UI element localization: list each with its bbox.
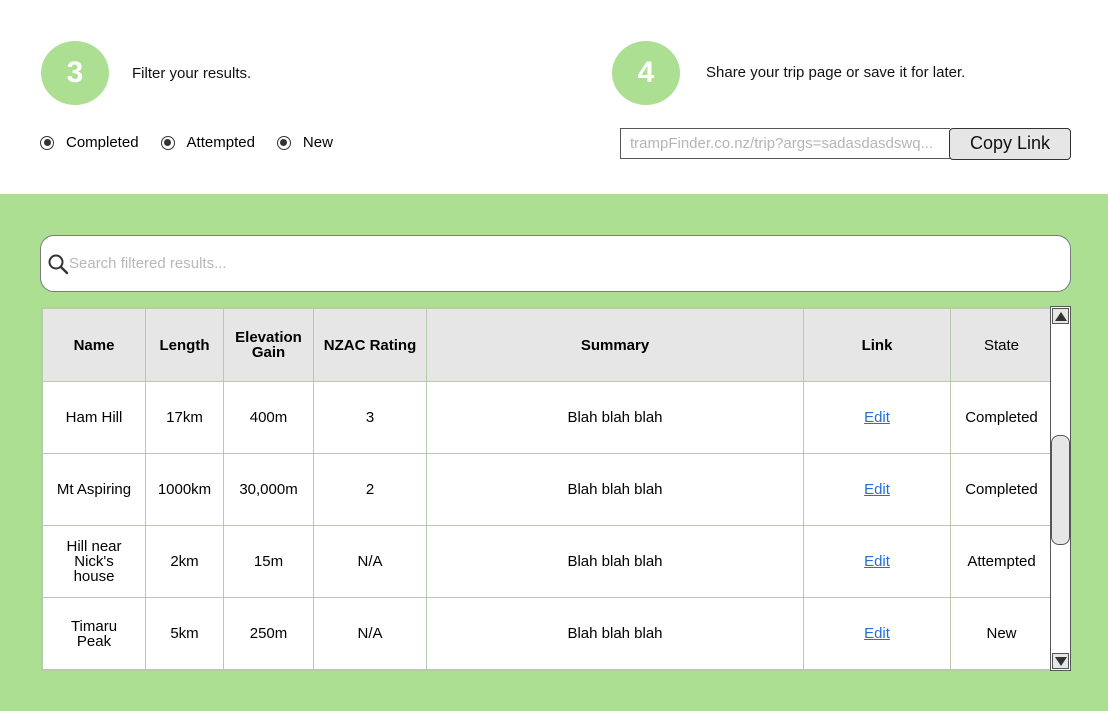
cell-state: Completed [950,381,1050,454]
filter-completed-label: Completed [66,134,139,151]
cell-summary: Blah blah blah [426,525,804,598]
cell-summary: Blah blah blah [426,453,804,526]
table-scrollbar[interactable] [1050,306,1071,671]
cell-nzac: N/A [313,597,427,670]
cell-elevation: 250m [223,597,314,670]
step-4-circle: 4 [612,41,680,105]
copy-link-button[interactable]: Copy Link [949,128,1071,160]
table-row: Hill near Nick's house 2km 15m N/A Blah … [42,525,1050,598]
cell-summary: Blah blah blah [426,381,804,454]
search-icon [48,254,69,275]
filter-attempted-radio[interactable]: Attempted [160,134,255,151]
cell-elevation: 15m [223,525,314,598]
cell-length: 2km [145,525,224,598]
column-header-nzac[interactable]: NZAC Rating [313,308,427,382]
table-header-row: Name Length Elevation Gain NZAC Rating S… [42,308,1050,382]
table-row: Ham Hill 17km 400m 3 Blah blah blah Edit… [42,381,1050,454]
radio-selected-icon[interactable] [276,135,291,150]
edit-link[interactable]: Edit [864,409,890,426]
cell-length: 17km [145,381,224,454]
cell-name: Hill near Nick's house [42,525,146,598]
edit-link[interactable]: Edit [864,553,890,570]
edit-link[interactable]: Edit [864,625,890,642]
column-header-elevation[interactable]: Elevation Gain [223,308,314,382]
results-table: Name Length Elevation Gain NZAC Rating S… [41,307,1051,671]
cell-name: Timaru Peak [42,597,146,670]
cell-nzac: 2 [313,453,427,526]
cell-elevation: 400m [223,381,314,454]
radio-selected-icon[interactable] [160,135,175,150]
cell-link: Edit [803,453,951,526]
scroll-down-button[interactable] [1052,653,1069,669]
cell-length: 1000km [145,453,224,526]
cell-name: Mt Aspiring [42,453,146,526]
cell-length: 5km [145,597,224,670]
step-3-circle: 3 [41,41,109,105]
cell-nzac: N/A [313,525,427,598]
filter-new-label: New [302,134,333,151]
cell-elevation: 30,000m [223,453,314,526]
column-header-link[interactable]: Link [803,308,951,382]
column-header-name[interactable]: Name [42,308,146,382]
cell-link: Edit [803,525,951,598]
step-4-text: Share your trip page or save it for late… [706,64,966,81]
step-3-text: Filter your results. [132,65,252,82]
arrow-up-icon [1054,311,1067,321]
cell-state: New [950,597,1050,670]
filter-new-radio[interactable]: New [276,134,333,151]
cell-nzac: 3 [313,381,427,454]
cell-summary: Blah blah blah [426,597,804,670]
step-3-number: 3 [66,56,84,89]
cell-name: Ham Hill [42,381,146,454]
radio-selected-icon[interactable] [40,135,54,150]
filter-radio-group: Completed Attempted New [40,134,355,151]
table-row: Mt Aspiring 1000km 30,000m 2 Blah blah b… [42,453,1050,526]
step-4-number: 4 [637,56,655,89]
filter-completed-radio[interactable]: Completed [40,134,139,151]
share-link-field[interactable]: trampFinder.co.nz/trip?args=sadasdasdswq… [620,128,950,159]
scrollbar-thumb[interactable] [1051,435,1070,545]
column-header-state[interactable]: State [950,308,1050,382]
arrow-down-icon [1054,656,1067,666]
column-header-summary[interactable]: Summary [426,308,804,382]
scroll-up-button[interactable] [1052,308,1069,324]
search-placeholder: Search filtered results... [69,255,227,272]
filter-attempted-label: Attempted [186,134,255,151]
cell-link: Edit [803,381,951,454]
cell-state: Attempted [950,525,1050,598]
column-header-length[interactable]: Length [145,308,224,382]
table-row: Timaru Peak 5km 250m N/A Blah blah blah … [42,597,1050,670]
edit-link[interactable]: Edit [864,481,890,498]
cell-state: Completed [950,453,1050,526]
search-input[interactable]: Search filtered results... [40,235,1071,292]
cell-link: Edit [803,597,951,670]
